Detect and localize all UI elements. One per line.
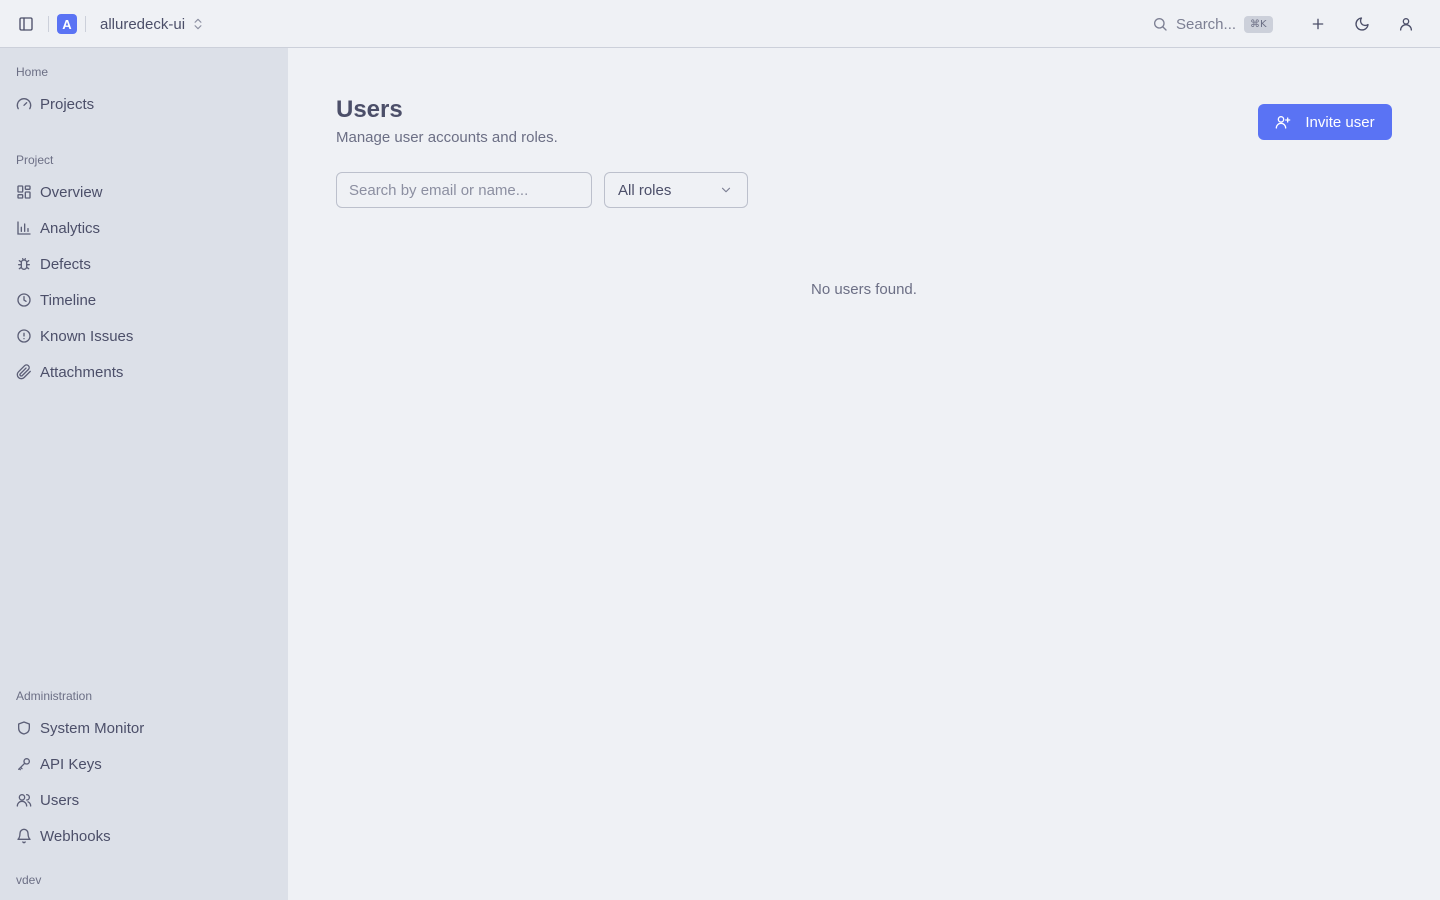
search-label: Search... <box>1176 15 1237 33</box>
create-button[interactable] <box>1302 8 1334 40</box>
sidebar-item-label: API Keys <box>40 755 102 773</box>
user-icon <box>1400 18 1412 31</box>
sidebar-toggle-button[interactable] <box>10 8 42 40</box>
section-label-home: Home <box>16 65 49 79</box>
main-content: Users Manage user accounts and roles. In… <box>288 48 1440 900</box>
sidebar-item-webhooks[interactable]: Webhooks <box>8 820 280 852</box>
app-logo[interactable]: A <box>57 14 77 34</box>
sidebar-item-defects[interactable]: Defects <box>8 248 280 280</box>
global-search-button[interactable]: Search... ⌘K <box>1152 10 1273 38</box>
section-label-project: Project <box>16 153 54 167</box>
search-shortcut: ⌘K <box>1244 15 1273 33</box>
sidebar-toggle-icon <box>19 17 33 31</box>
sidebar-item-known-issues[interactable]: Known Issues <box>8 320 280 352</box>
gauge-icon <box>16 98 32 110</box>
role-filter-value: All roles <box>618 181 672 199</box>
sidebar-item-users[interactable]: Users <box>8 784 280 816</box>
bell-icon <box>17 828 31 844</box>
divider <box>85 16 86 32</box>
sidebar-item-label: Webhooks <box>40 827 111 845</box>
key-icon <box>18 758 30 771</box>
sidebar-item-label: Overview <box>40 183 103 201</box>
moon-icon <box>1355 17 1369 31</box>
section-label-administration: Administration <box>16 689 93 703</box>
chevron-down-icon <box>721 187 731 193</box>
role-filter-select[interactable]: All roles <box>604 172 748 208</box>
alert-circle-icon <box>17 329 31 343</box>
sidebar-item-overview[interactable]: Overview <box>8 176 280 208</box>
sidebar-item-label: Timeline <box>40 291 97 309</box>
page-subtitle: Manage user accounts and roles. <box>336 129 558 146</box>
app-version: vdev <box>16 873 42 887</box>
clock-icon <box>17 293 31 307</box>
paperclip-icon <box>16 364 31 380</box>
invite-user-label: Invite user <box>1305 113 1375 131</box>
sidebar-item-label: Projects <box>40 95 95 113</box>
sidebar-item-api-keys[interactable]: API Keys <box>8 748 280 780</box>
sidebar: Home Projects Project Overview Analytics… <box>0 48 288 900</box>
chevrons-up-down-icon <box>194 18 202 30</box>
sidebar-item-label: Defects <box>40 255 91 273</box>
bug-icon <box>18 258 30 270</box>
shield-icon <box>18 721 30 735</box>
sidebar-item-label: Attachments <box>40 363 124 381</box>
user-search-input[interactable] <box>336 172 592 208</box>
search-icon <box>1154 18 1167 31</box>
sidebar-item-timeline[interactable]: Timeline <box>8 284 280 316</box>
sidebar-item-projects[interactable]: Projects <box>8 88 280 120</box>
top-bar: A alluredeck-ui Search... ⌘K <box>0 0 1440 48</box>
project-name: alluredeck-ui <box>100 15 186 33</box>
sidebar-item-analytics[interactable]: Analytics <box>8 212 280 244</box>
sidebar-item-label: System Monitor <box>40 719 145 737</box>
sidebar-item-label: Analytics <box>40 219 101 237</box>
sidebar-item-attachments[interactable]: Attachments <box>8 356 280 388</box>
project-switcher[interactable]: alluredeck-ui <box>100 12 205 36</box>
page-title: Users <box>336 96 403 123</box>
invite-user-button[interactable]: Invite user <box>1258 104 1392 140</box>
users-icon <box>16 794 32 807</box>
bar-chart-icon <box>17 221 31 235</box>
plus-icon <box>1312 18 1324 30</box>
empty-state-message: No users found. <box>811 281 917 298</box>
sidebar-item-label: Known Issues <box>40 327 134 345</box>
sidebar-item-label: Users <box>40 791 80 809</box>
user-plus-icon <box>1276 116 1291 129</box>
grid-icon <box>17 185 31 199</box>
divider <box>48 16 49 32</box>
sidebar-item-system-monitor[interactable]: System Monitor <box>8 712 280 744</box>
theme-toggle-button[interactable] <box>1346 8 1378 40</box>
user-menu-button[interactable] <box>1390 8 1422 40</box>
